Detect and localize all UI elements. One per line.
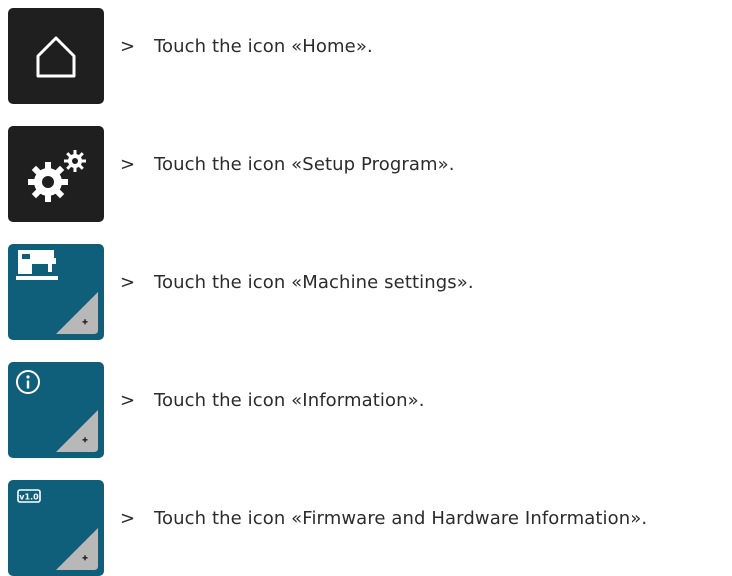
home-button[interactable] <box>8 8 104 104</box>
instruction-label: Touch the icon «Information». <box>154 390 425 411</box>
instruction-text: > Touch the icon «Firmware and Hardware I… <box>120 508 647 529</box>
corner-expand-indicator <box>56 528 98 570</box>
step-marker: > <box>120 508 136 529</box>
instruction-text: > Touch the icon «Machine settings». <box>120 272 474 293</box>
step-marker: > <box>120 154 136 175</box>
step-setup-program: > Touch the icon «Setup Program». <box>8 126 728 222</box>
version-label: v1.0 <box>19 493 39 502</box>
corner-expand-indicator <box>56 410 98 452</box>
information-button[interactable] <box>8 362 104 458</box>
setup-program-button[interactable] <box>8 126 104 222</box>
instruction-label: Touch the icon «Machine settings». <box>154 272 474 293</box>
corner-expand-indicator <box>56 292 98 334</box>
step-information: > Touch the icon «Information». <box>8 362 728 458</box>
step-firmware-hardware-information: v1.0 > Touch the icon «Firmware and Hardw… <box>8 480 728 576</box>
firmware-hardware-information-button[interactable]: v1.0 <box>8 480 104 576</box>
step-machine-settings: > Touch the icon «Machine settings». <box>8 244 728 340</box>
instruction-label: Touch the icon «Firmware and Hardware In… <box>154 508 648 529</box>
step-marker: > <box>120 272 136 293</box>
setup-program-gears-icon <box>28 150 86 202</box>
instruction-text: > Touch the icon «Setup Program». <box>120 154 455 175</box>
instruction-text: > Touch the icon «Home». <box>120 36 373 57</box>
instruction-label: Touch the icon «Home». <box>154 36 373 57</box>
instruction-label: Touch the icon «Setup Program». <box>154 154 455 175</box>
home-icon <box>36 36 76 78</box>
step-marker: > <box>120 36 136 57</box>
step-home: > Touch the icon «Home». <box>8 8 728 104</box>
step-marker: > <box>120 390 136 411</box>
instruction-text: > Touch the icon «Information». <box>120 390 425 411</box>
machine-settings-button[interactable] <box>8 244 104 340</box>
